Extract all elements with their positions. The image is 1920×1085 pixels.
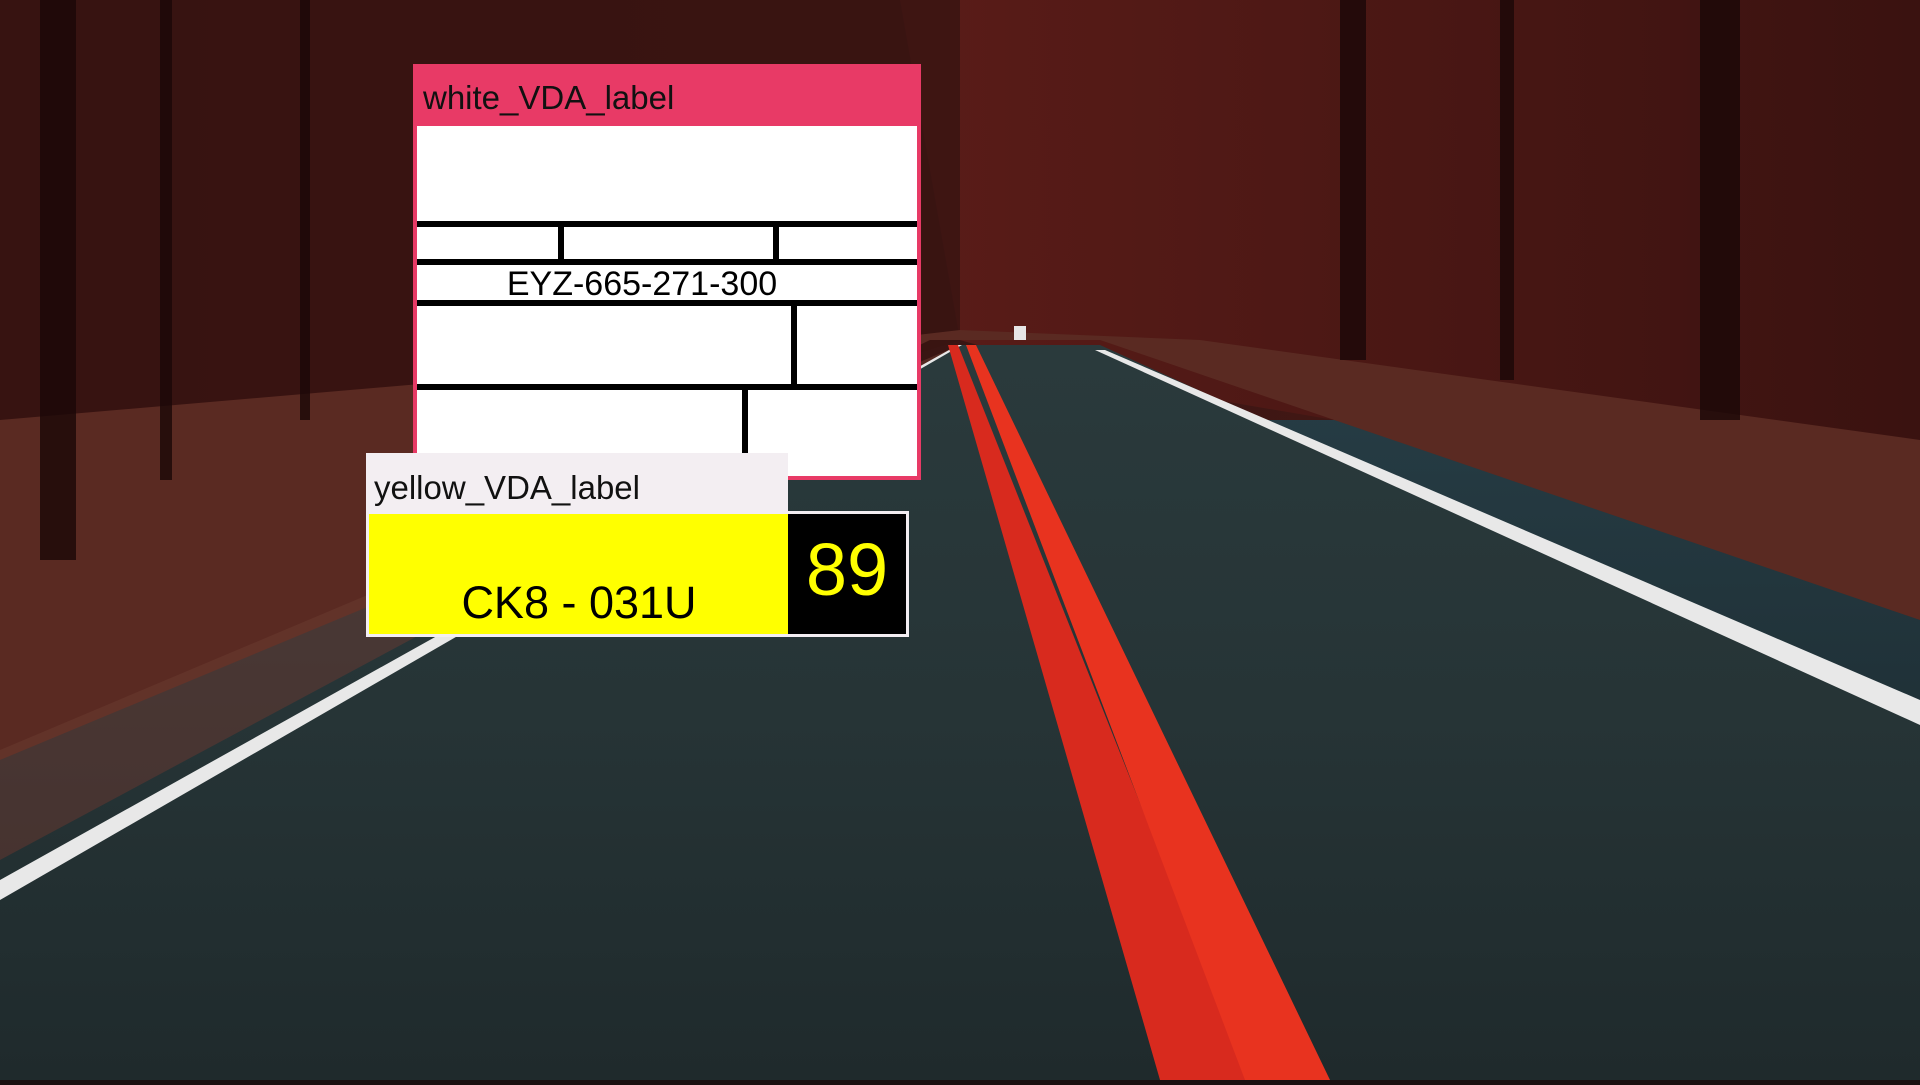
label-divider	[558, 221, 564, 261]
road-photo	[0, 0, 1920, 1080]
label-divider	[773, 221, 779, 261]
label-divider	[417, 221, 917, 227]
label-divider	[417, 384, 917, 390]
yellow-vda-label-caption: yellow_VDA_label	[366, 453, 788, 511]
label-divider	[417, 300, 917, 306]
white-vda-label-caption: white_VDA_label	[423, 79, 675, 116]
yellow-label-number: 89	[788, 514, 906, 634]
road-scene-background	[0, 0, 1920, 1080]
label-divider	[791, 300, 797, 386]
yellow-label-code: CK8 - 031U	[461, 577, 697, 628]
white-vda-label-annotation[interactable]: white_VDA_label EYZ-665-271-300	[413, 64, 921, 480]
yellow-vda-label: CK8 - 031U 89	[366, 511, 909, 637]
white-vda-label: EYZ-665-271-300	[417, 126, 917, 476]
yellow-vda-label-annotation[interactable]: yellow_VDA_label CK8 - 031U 89	[366, 453, 909, 637]
